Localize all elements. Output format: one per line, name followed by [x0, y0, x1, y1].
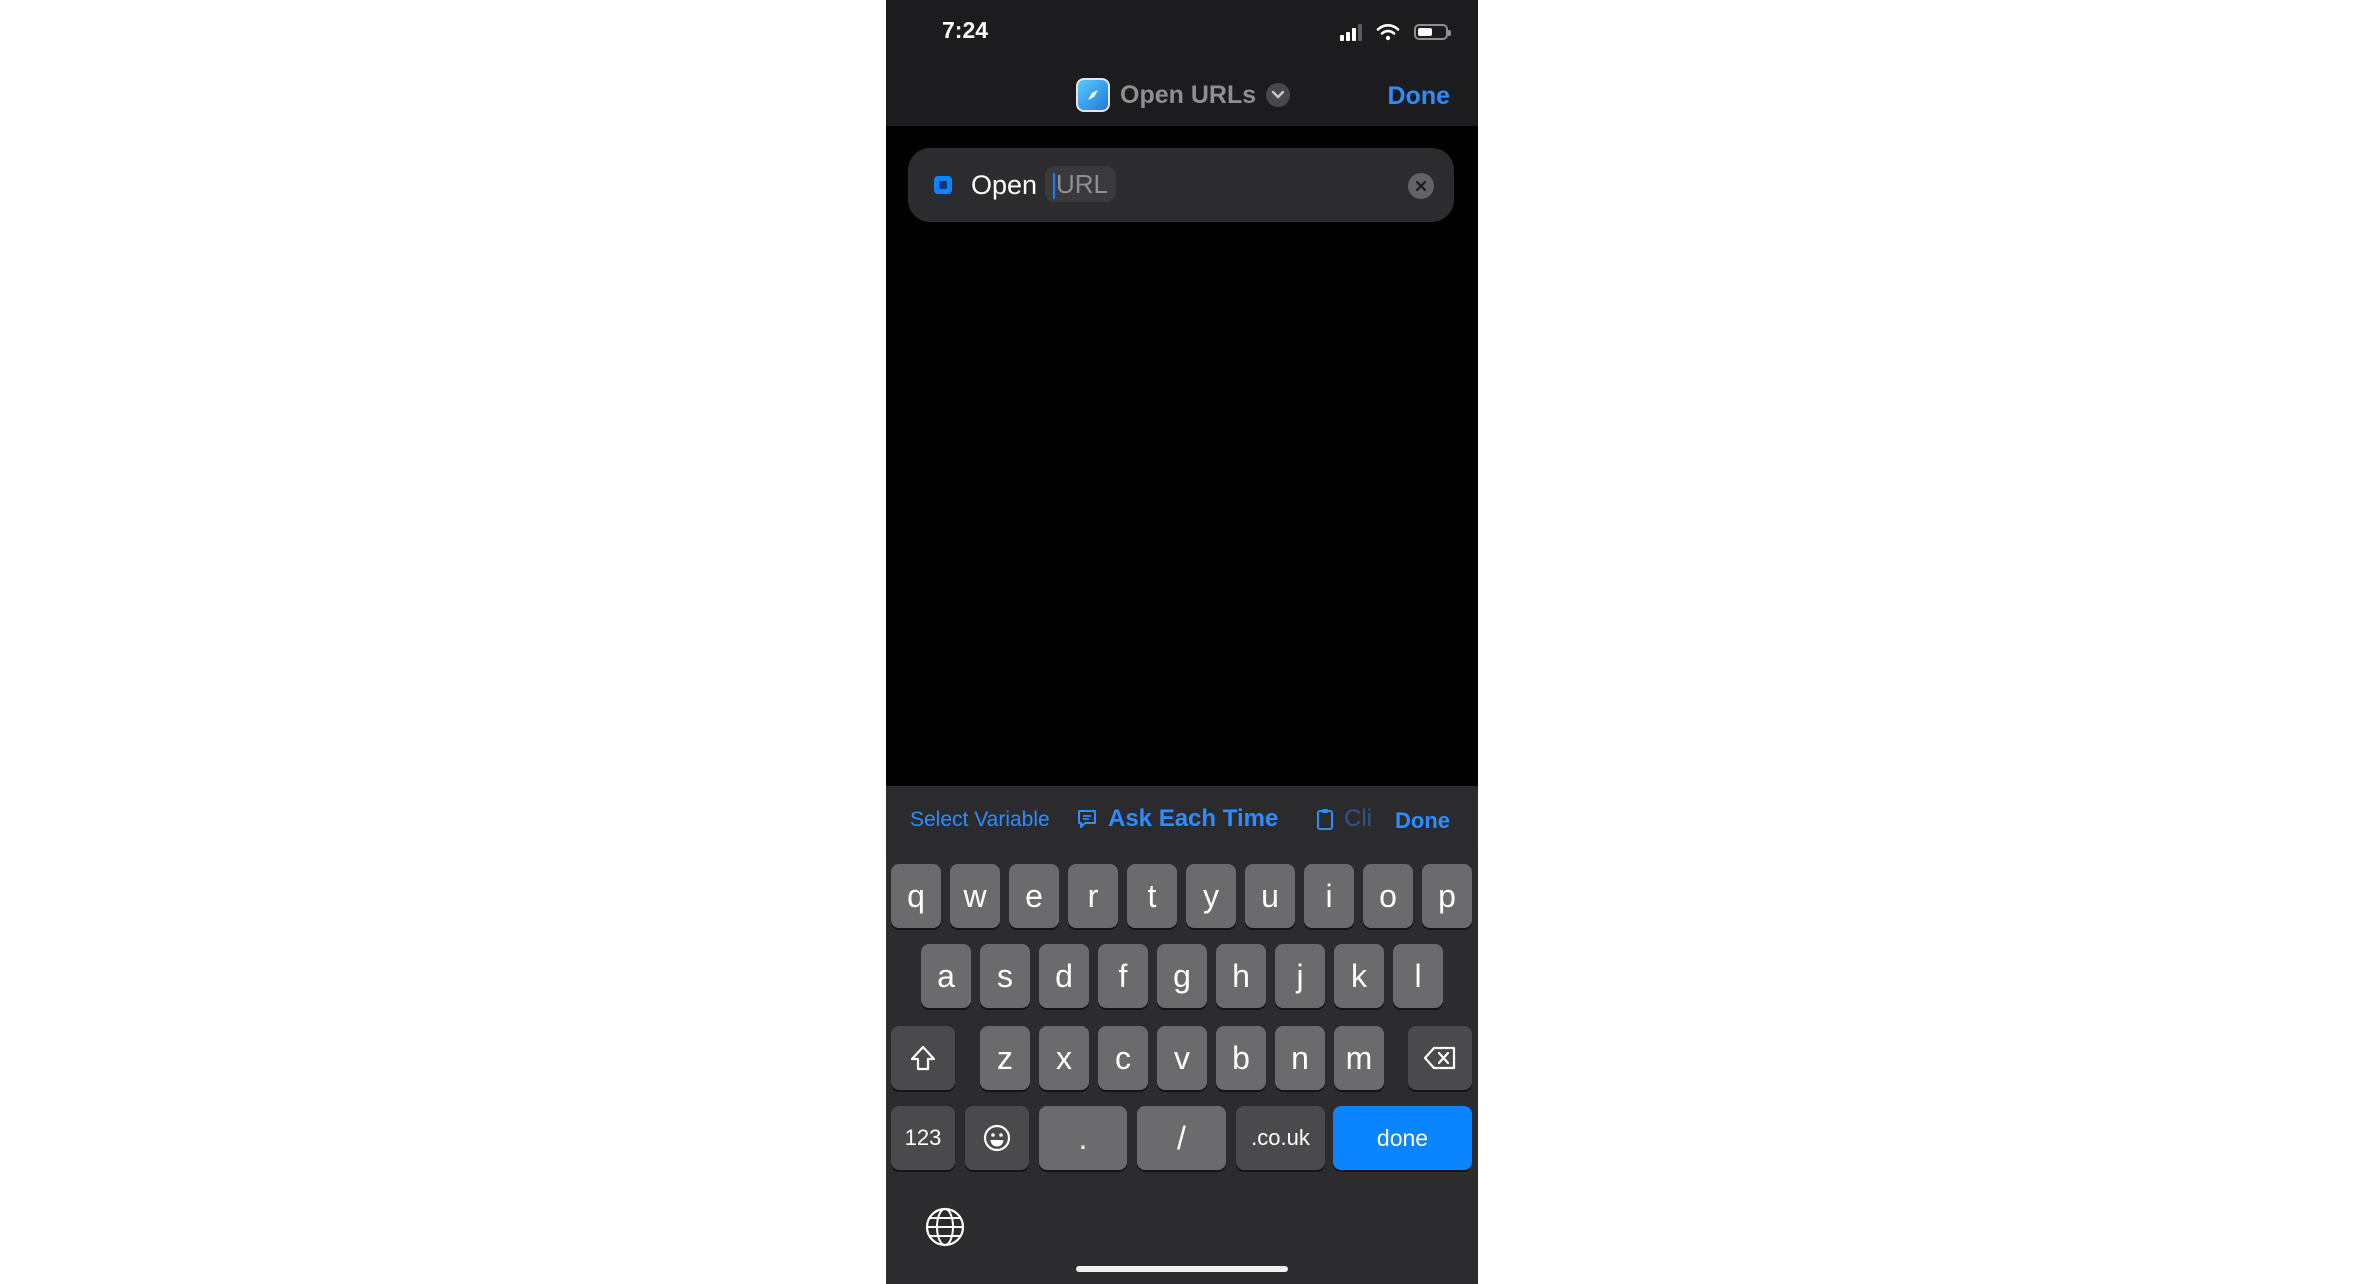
- key-x[interactable]: x: [1039, 1026, 1089, 1090]
- key-k[interactable]: k: [1334, 944, 1384, 1008]
- url-token-field[interactable]: URL: [1045, 166, 1117, 202]
- status-bar: 7:24: [886, 0, 1478, 60]
- cellular-signal-icon: [1340, 23, 1362, 41]
- keyboard-done-key[interactable]: done: [1333, 1106, 1472, 1170]
- shortcut-title: Open URLs: [1120, 80, 1257, 109]
- safari-action-icon: [934, 176, 952, 194]
- variable-toolbar: Select Variable Ask Each Time Cli Done: [886, 786, 1478, 854]
- keyboard: qwertyuiop asdfghjkl zxcvbnm 123 . / .co…: [886, 854, 1478, 1284]
- slash-key[interactable]: /: [1137, 1106, 1226, 1170]
- clipboard-label: Cli: [1344, 805, 1372, 832]
- delete-key[interactable]: [1408, 1026, 1472, 1090]
- key-m[interactable]: m: [1334, 1026, 1384, 1090]
- key-v[interactable]: v: [1157, 1026, 1207, 1090]
- key-i[interactable]: i: [1304, 864, 1354, 928]
- key-j[interactable]: j: [1275, 944, 1325, 1008]
- battery-icon: [1414, 24, 1451, 40]
- period-key[interactable]: .: [1039, 1106, 1127, 1170]
- status-time: 7:24: [942, 17, 989, 43]
- wifi-icon: [1376, 24, 1400, 41]
- key-d[interactable]: d: [1039, 944, 1089, 1008]
- done-button[interactable]: Done: [1388, 82, 1451, 111]
- open-url-action[interactable]: Open URL: [908, 148, 1454, 222]
- speech-bubble-icon: [1078, 810, 1096, 828]
- backspace-icon: [1423, 1046, 1456, 1070]
- key-b[interactable]: b: [1216, 1026, 1266, 1090]
- key-e[interactable]: e: [1009, 864, 1059, 928]
- key-c[interactable]: c: [1098, 1026, 1148, 1090]
- key-l[interactable]: l: [1393, 944, 1443, 1008]
- url-placeholder: URL: [1056, 169, 1109, 199]
- ask-each-time-button[interactable]: Ask Each Time: [1076, 805, 1278, 833]
- key-t[interactable]: t: [1127, 864, 1177, 928]
- globe-icon[interactable]: [924, 1206, 966, 1248]
- clear-icon[interactable]: [1408, 173, 1434, 199]
- key-y[interactable]: y: [1186, 864, 1236, 928]
- action-verb: Open: [971, 170, 1038, 200]
- status-icons: [1340, 20, 1451, 44]
- key-w[interactable]: w: [950, 864, 1000, 928]
- text-cursor: [1053, 173, 1055, 200]
- key-q[interactable]: q: [891, 864, 941, 928]
- key-u[interactable]: u: [1245, 864, 1295, 928]
- key-o[interactable]: o: [1363, 864, 1413, 928]
- shift-arrow-icon: [910, 1045, 936, 1071]
- emoji-icon: [983, 1124, 1011, 1152]
- phone-screen: 7:24 Open URLs Done Open URL Select Vari…: [886, 0, 1478, 1284]
- shortcut-title-menu[interactable]: Open URLs: [1076, 78, 1291, 112]
- emoji-key[interactable]: [965, 1106, 1029, 1170]
- key-g[interactable]: g: [1157, 944, 1207, 1008]
- select-variable-button[interactable]: Select Variable: [910, 808, 1050, 832]
- chevron-down-icon: [1266, 83, 1291, 107]
- home-indicator: [1076, 1266, 1288, 1272]
- shift-key[interactable]: [891, 1026, 955, 1090]
- navigation-bar: Open URLs Done: [886, 60, 1478, 126]
- toolbar-done-button[interactable]: Done: [1395, 808, 1450, 834]
- clipboard-icon: [1317, 809, 1333, 830]
- key-s[interactable]: s: [980, 944, 1030, 1008]
- key-a[interactable]: a: [921, 944, 971, 1008]
- clipboard-button[interactable]: Cli: [1316, 805, 1372, 833]
- key-z[interactable]: z: [980, 1026, 1030, 1090]
- safari-app-icon: [1076, 78, 1110, 112]
- numbers-key[interactable]: 123: [891, 1106, 955, 1170]
- key-h[interactable]: h: [1216, 944, 1266, 1008]
- domain-key[interactable]: .co.uk: [1236, 1106, 1325, 1170]
- key-n[interactable]: n: [1275, 1026, 1325, 1090]
- key-r[interactable]: r: [1068, 864, 1118, 928]
- key-p[interactable]: p: [1422, 864, 1472, 928]
- key-f[interactable]: f: [1098, 944, 1148, 1008]
- ask-each-time-label: Ask Each Time: [1108, 805, 1279, 832]
